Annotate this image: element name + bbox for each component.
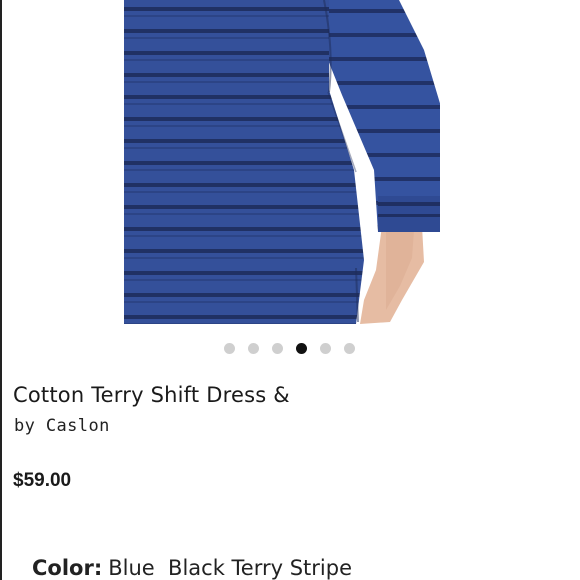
brand-link[interactable]: by Caslon bbox=[14, 416, 110, 436]
image-carousel-dots bbox=[224, 342, 355, 354]
color-value: Blue Black Terry Stripe bbox=[108, 556, 352, 580]
product-image-graphic bbox=[124, 0, 440, 324]
color-selection: Color: Blue Black Terry Stripe bbox=[32, 556, 352, 580]
product-page: Cotton Terry Shift Dress & by Caslon $59… bbox=[0, 0, 580, 580]
product-price: $59.00 bbox=[13, 470, 72, 491]
carousel-dot-4-active[interactable] bbox=[296, 342, 307, 354]
product-image[interactable] bbox=[124, 0, 440, 324]
color-label: Color: bbox=[32, 556, 103, 580]
carousel-dot-1[interactable] bbox=[224, 342, 235, 354]
left-edge-divider bbox=[0, 0, 2, 580]
product-title: Cotton Terry Shift Dress & bbox=[13, 383, 290, 407]
carousel-dot-2[interactable] bbox=[248, 342, 259, 354]
carousel-dot-5[interactable] bbox=[320, 342, 331, 354]
carousel-dot-6[interactable] bbox=[344, 342, 355, 354]
carousel-dot-3[interactable] bbox=[272, 342, 283, 354]
